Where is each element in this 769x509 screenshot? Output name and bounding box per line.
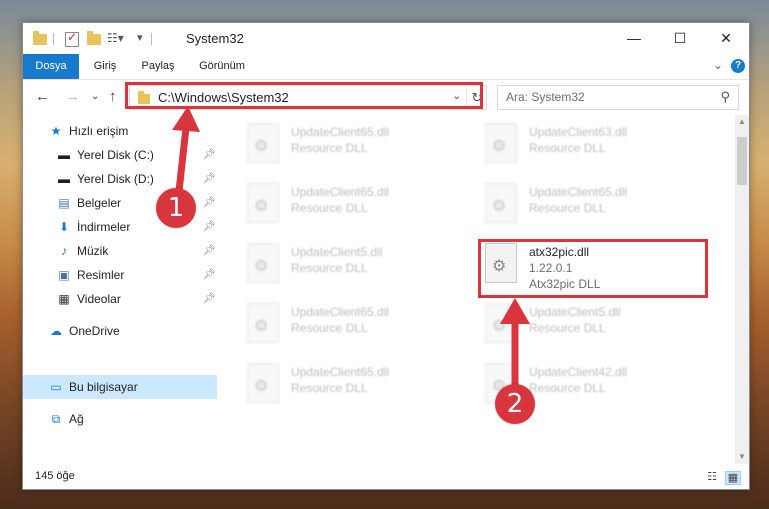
- step-2-badge: 2: [495, 384, 535, 424]
- arrow-1-head: [172, 106, 200, 132]
- arrow-2-head: [500, 298, 530, 324]
- step-1-badge: 1: [156, 188, 196, 228]
- annotation-arrows: [172, 106, 530, 392]
